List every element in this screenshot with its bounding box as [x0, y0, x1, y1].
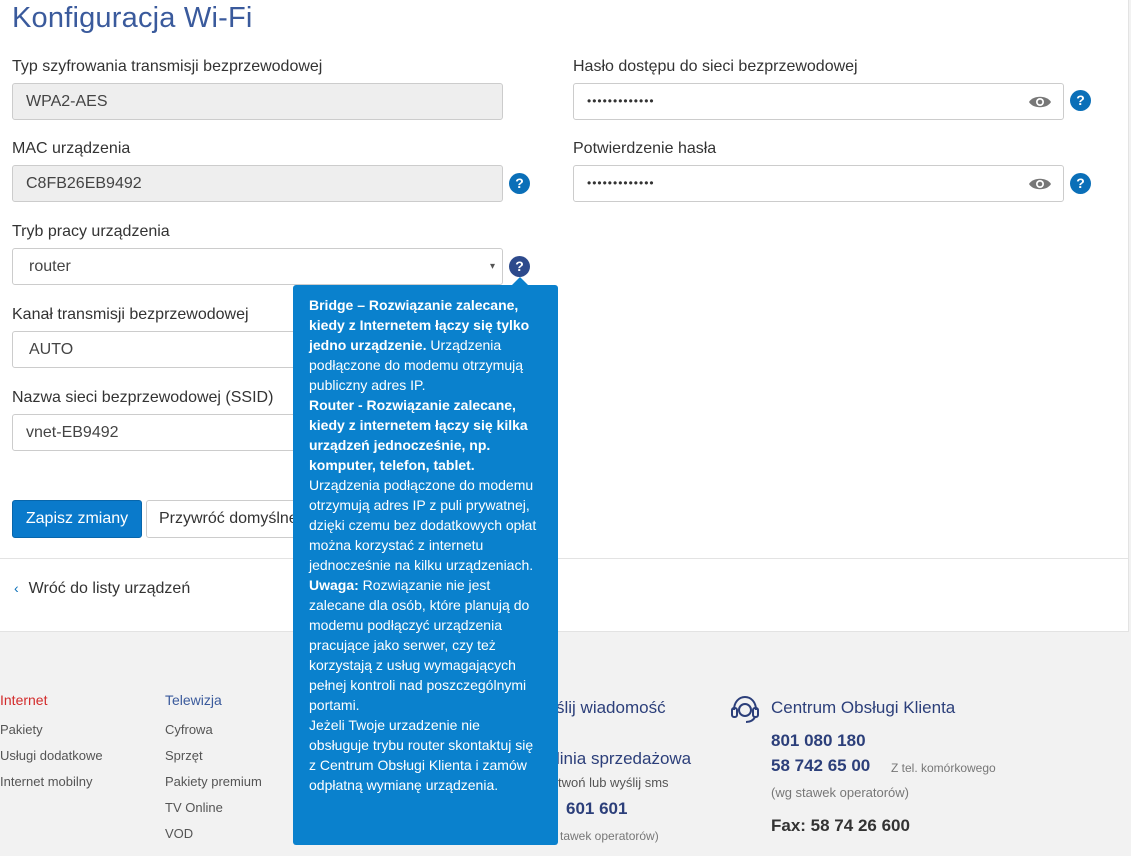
confirm-value: •••••••••••••: [587, 176, 655, 190]
tooltip-warning-title: Uwaga:: [309, 577, 359, 593]
divider: [0, 558, 1129, 559]
mac-help-icon[interactable]: ?: [509, 173, 530, 194]
footer-link[interactable]: TV Online: [165, 800, 223, 815]
mode-help-tooltip: Bridge – Rozwiązanie zalecane, kiedy z I…: [293, 285, 558, 845]
footer-sales-rate: tawek operatorów): [560, 829, 659, 843]
save-button[interactable]: Zapisz zmiany: [12, 500, 142, 538]
tooltip-router: Router - Rozwiązanie zalecane, kiedy z i…: [309, 395, 542, 575]
password-input[interactable]: •••••••••••••: [573, 83, 1064, 120]
chevron-left-icon: ‹: [14, 580, 19, 596]
channel-label: Kanał transmisji bezprzewodowej: [12, 306, 249, 323]
footer-sales-sub: twoń lub wyślij sms: [558, 775, 669, 790]
tooltip-warning-text: Rozwiązanie nie jest zalecane dla osób, …: [309, 577, 530, 713]
encryption-label: Typ szyfrowania transmisji bezprzewodowe…: [12, 58, 323, 75]
ssid-label: Nazwa sieci bezprzewodowej (SSID): [12, 389, 274, 406]
footer-link[interactable]: VOD: [165, 826, 193, 841]
tooltip-router-text: Urządzenia podłączone do modemu otrzymuj…: [309, 477, 537, 573]
password-label: Hasło dostępu do sieci bezprzewodowej: [573, 58, 858, 75]
mac-field: C8FB26EB9492: [12, 165, 503, 202]
password-help-icon[interactable]: ?: [1070, 90, 1091, 111]
mode-help-icon[interactable]: ?: [509, 256, 530, 277]
back-link[interactable]: ‹ Wróć do listy urządzeń: [14, 580, 190, 598]
footer-link[interactable]: Usługi dodatkowe: [0, 748, 103, 763]
mode-select[interactable]: router ▾: [12, 248, 503, 285]
footer-link[interactable]: Pakiety premium: [165, 774, 262, 789]
footer-message-heading[interactable]: ślij wiadomość: [556, 698, 666, 718]
page-title: Konfiguracja Wi-Fi: [12, 2, 253, 34]
confirm-label: Potwierdzenie hasła: [573, 140, 717, 157]
footer-support-fax: Fax: 58 74 26 600: [771, 816, 910, 835]
footer-internet-heading[interactable]: Internet: [0, 692, 47, 708]
eye-icon[interactable]: [1028, 177, 1052, 191]
back-link-label: Wróć do listy urządzeń: [28, 580, 191, 597]
tooltip-note: Jeżeli Twoje urzadzenie nie obsługuje tr…: [309, 717, 534, 793]
confirm-password-input[interactable]: •••••••••••••: [573, 165, 1064, 202]
footer-support-heading: Centrum Obsługi Klienta: [771, 698, 956, 717]
footer-sales-number[interactable]: 601 601: [566, 799, 627, 819]
password-value: •••••••••••••: [587, 94, 655, 108]
mode-label: Tryb pracy urządzenia: [12, 223, 170, 240]
mac-label: MAC urządzenia: [12, 140, 131, 157]
footer-tv-heading[interactable]: Telewizja: [165, 692, 222, 708]
main-card: Konfiguracja Wi-Fi Typ szyfrowania trans…: [0, 0, 1129, 632]
encryption-field: WPA2-AES: [12, 83, 503, 120]
footer-support-rate: (wg stawek operatorów): [771, 785, 909, 800]
tooltip-bridge: Bridge – Rozwiązanie zalecane, kiedy z I…: [309, 295, 542, 395]
eye-icon[interactable]: [1028, 95, 1052, 109]
tooltip-arrow: [512, 277, 528, 285]
footer-link[interactable]: Sprzęt: [165, 748, 203, 763]
mode-select-value: router: [29, 258, 71, 275]
tooltip-router-title: Router - Rozwiązanie zalecane, kiedy z i…: [309, 397, 528, 473]
footer-link[interactable]: Pakiety: [0, 722, 43, 737]
footer-sales-heading: linia sprzedażowa: [556, 749, 692, 768]
footer-support-phone1[interactable]: 801 080 180: [771, 731, 866, 751]
headset-icon: [731, 695, 759, 723]
footer-link[interactable]: Internet mobilny: [0, 774, 93, 789]
confirm-help-icon[interactable]: ?: [1070, 173, 1091, 194]
footer-support-phone2-note: Z tel. komórkowego: [891, 761, 996, 775]
footer-support-phone2[interactable]: 58 742 65 00: [771, 756, 870, 776]
chevron-down-icon: ▾: [489, 261, 495, 272]
restore-defaults-button[interactable]: Przywróć domyślne: [146, 500, 301, 538]
tooltip-warning: Uwaga: Rozwiązanie nie jest zalecane dla…: [309, 575, 542, 715]
footer-link[interactable]: Cyfrowa: [165, 722, 213, 737]
